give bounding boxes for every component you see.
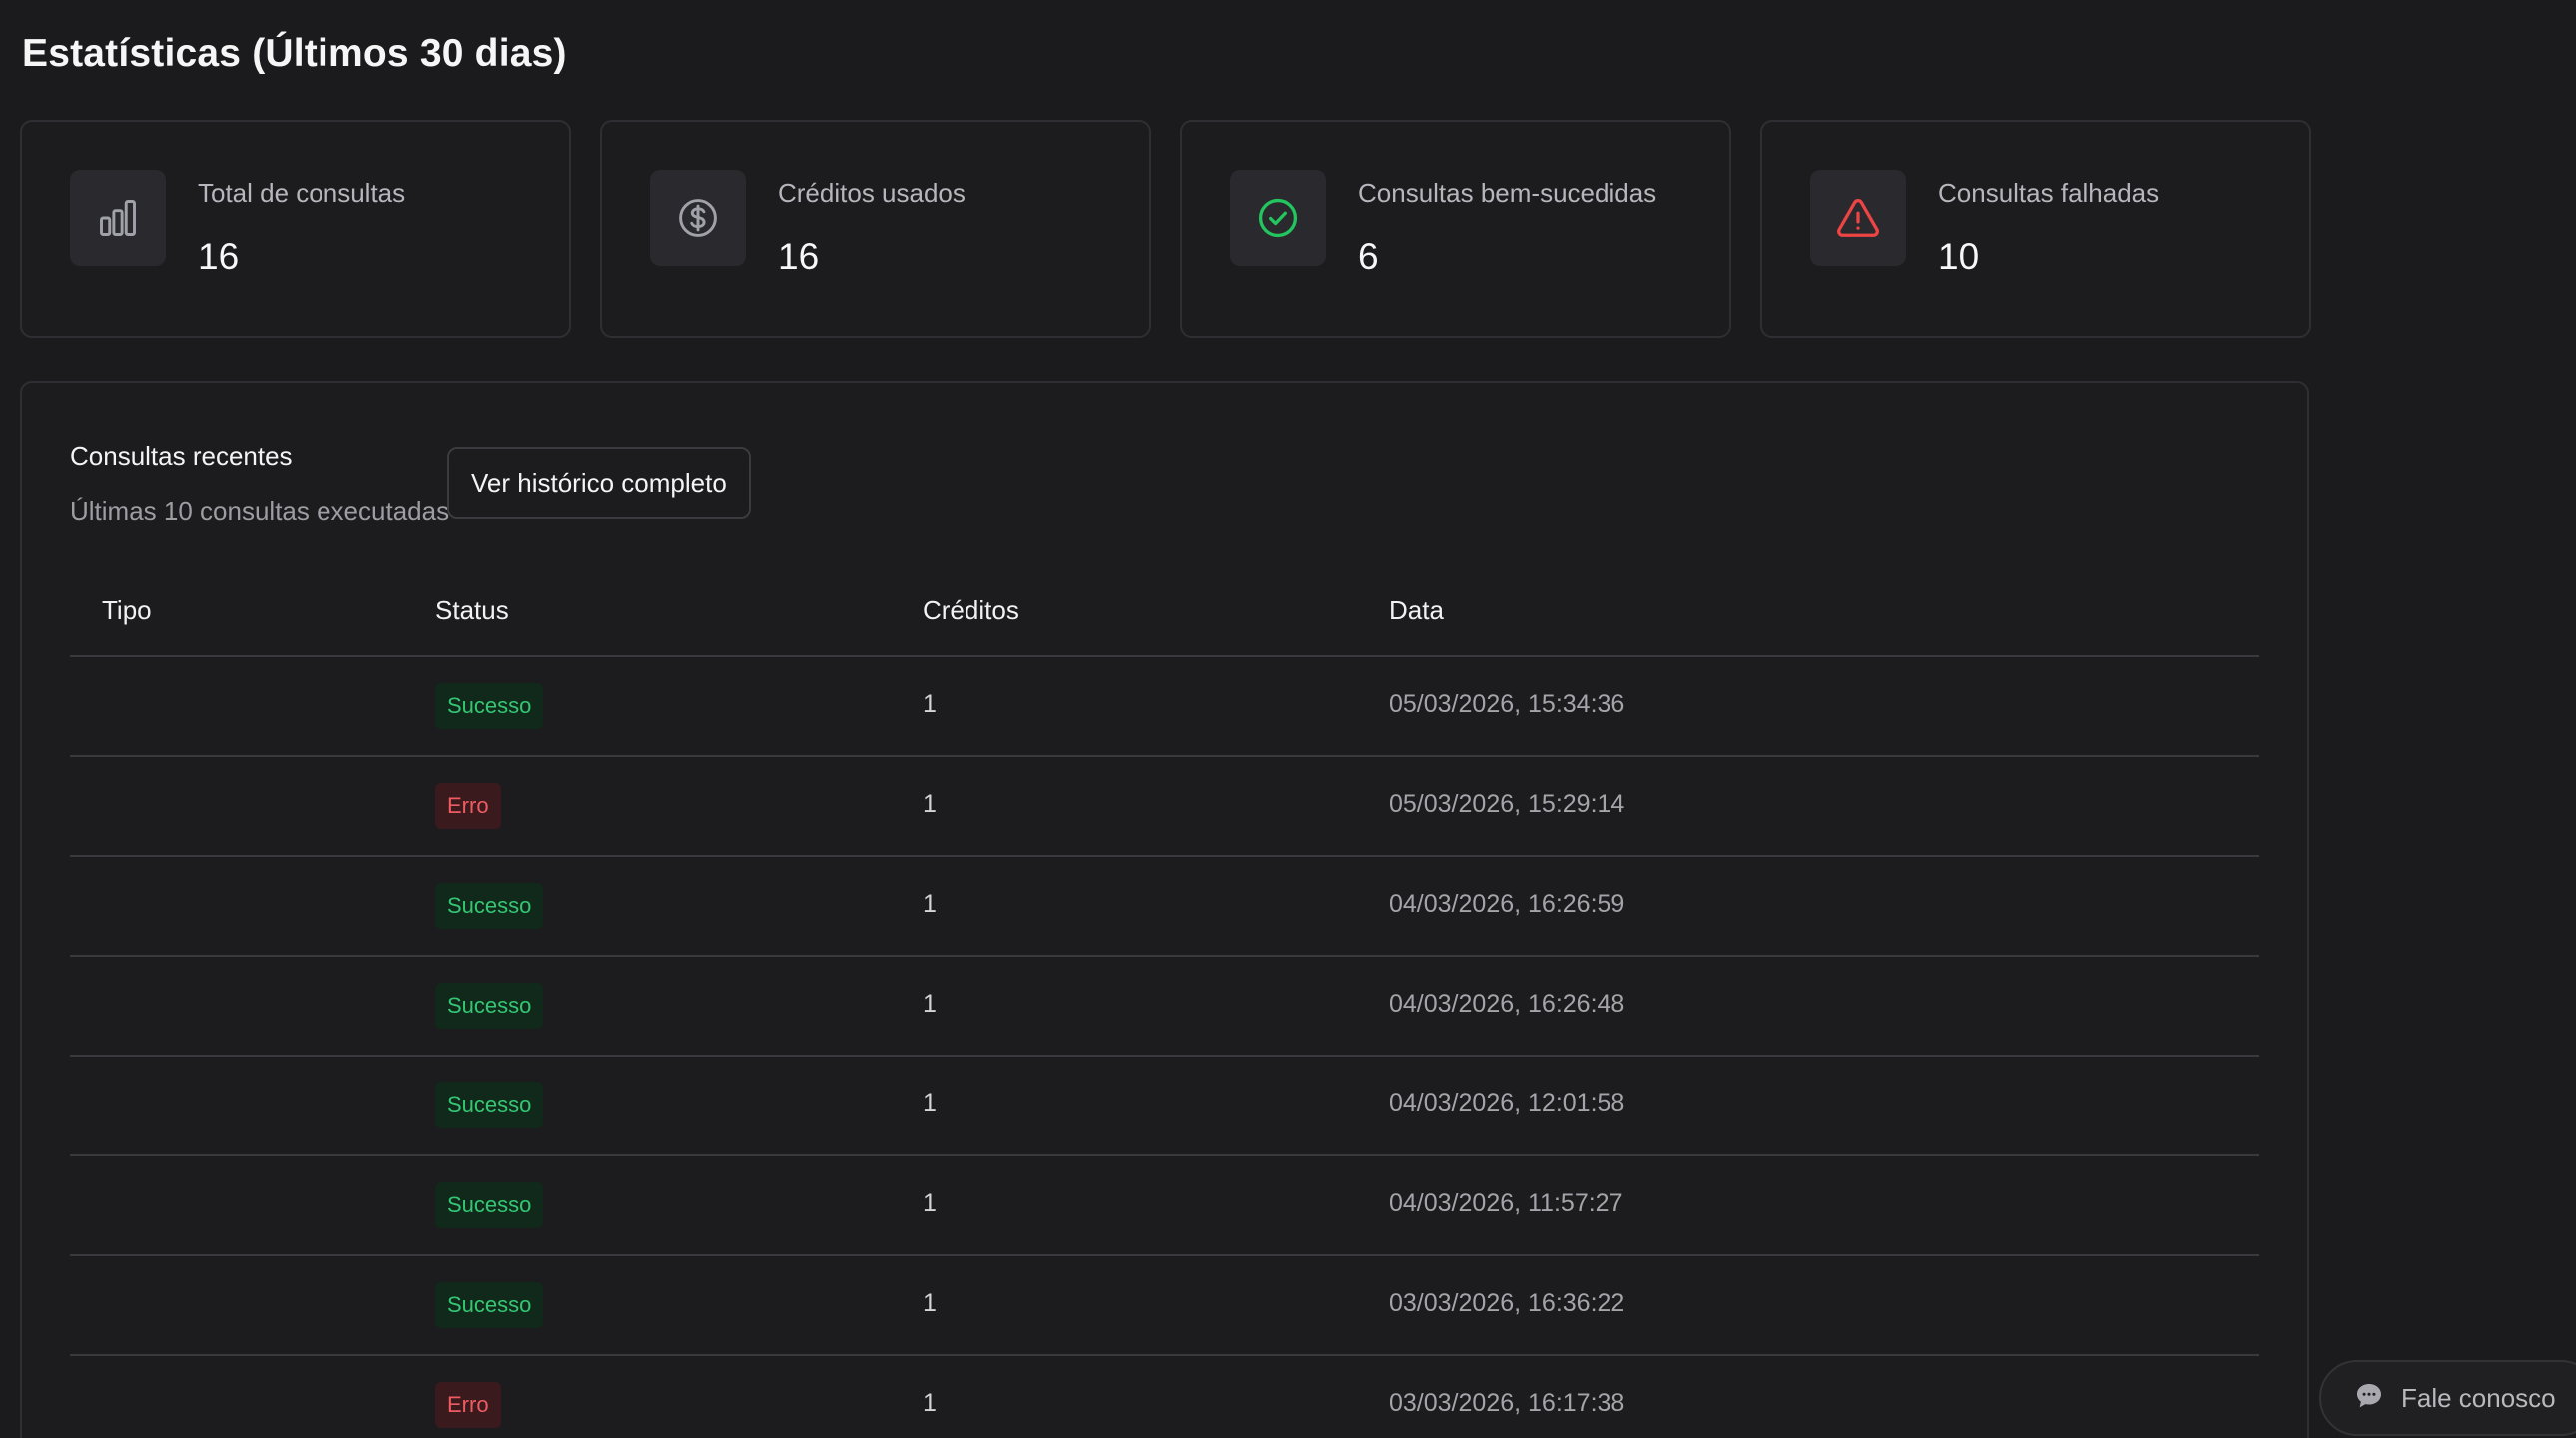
status-badge: Sucesso — [435, 683, 544, 729]
table-row[interactable]: Sucesso 1 05/03/2026, 15:34:36 — [70, 657, 2259, 757]
cell-creditos: 1 — [923, 690, 937, 718]
stat-value: 16 — [198, 236, 240, 277]
status-badge: Sucesso — [435, 1182, 544, 1228]
view-full-history-button[interactable]: Ver histórico completo — [447, 447, 751, 519]
cell-data: 05/03/2026, 15:29:14 — [1389, 790, 1625, 818]
status-badge: Sucesso — [435, 1082, 544, 1128]
check-circle-icon — [1230, 170, 1326, 266]
bar-chart-icon — [70, 170, 166, 266]
cell-creditos: 1 — [923, 1089, 937, 1117]
chat-label: Fale conosco — [2401, 1382, 2556, 1413]
status-badge: Erro — [435, 1382, 501, 1428]
stat-value: 16 — [778, 236, 820, 277]
cell-creditos: 1 — [923, 1289, 937, 1317]
recent-title: Consultas recentes — [70, 441, 293, 471]
cell-data: 03/03/2026, 16:36:22 — [1389, 1289, 1625, 1317]
status-badge: Sucesso — [435, 983, 544, 1029]
contact-chat-button[interactable]: Fale conosco — [2319, 1360, 2576, 1436]
stat-value: 10 — [1938, 236, 1980, 277]
stat-card-success: Consultas bem-sucedidas 6 — [1180, 120, 1731, 338]
cell-data: 05/03/2026, 15:34:36 — [1389, 690, 1625, 718]
stat-label: Consultas bem-sucedidas — [1358, 178, 1657, 208]
cell-data: 04/03/2026, 12:01:58 — [1389, 1089, 1625, 1117]
cell-creditos: 1 — [923, 890, 937, 918]
recent-queries-card: Consultas recentes Últimas 10 consultas … — [20, 381, 2309, 1438]
stat-card-total: Total de consultas 16 — [20, 120, 571, 338]
cell-data: 04/03/2026, 16:26:59 — [1389, 890, 1625, 918]
cell-creditos: 1 — [923, 1389, 937, 1417]
table-row[interactable]: Sucesso 1 04/03/2026, 16:26:59 — [70, 857, 2259, 957]
table-row[interactable]: Erro 1 05/03/2026, 15:29:14 — [70, 757, 2259, 857]
column-header-creditos[interactable]: Créditos — [923, 595, 1019, 626]
table-row[interactable]: Sucesso 1 04/03/2026, 16:26:48 — [70, 957, 2259, 1057]
column-header-status[interactable]: Status — [435, 595, 509, 626]
cell-creditos: 1 — [923, 1189, 937, 1217]
cell-data: 04/03/2026, 11:57:27 — [1389, 1189, 1623, 1217]
stat-label: Consultas falhadas — [1938, 178, 2160, 208]
alert-triangle-icon — [1810, 170, 1906, 266]
recent-subtitle: Últimas 10 consultas executadas — [70, 496, 450, 526]
table-row[interactable]: Erro 1 03/03/2026, 16:17:38 — [70, 1356, 2259, 1438]
column-header-data[interactable]: Data — [1389, 595, 1444, 626]
cell-data: 04/03/2026, 16:26:48 — [1389, 990, 1625, 1018]
status-badge: Sucesso — [435, 883, 544, 929]
stat-label: Créditos usados — [778, 178, 966, 208]
cell-creditos: 1 — [923, 990, 937, 1018]
table-row[interactable]: Sucesso 1 03/03/2026, 16:36:22 — [70, 1256, 2259, 1356]
table-row[interactable]: Sucesso 1 04/03/2026, 11:57:27 — [70, 1156, 2259, 1256]
chat-bubble-icon — [2353, 1380, 2385, 1417]
page-title: Estatísticas (Últimos 30 dias) — [22, 32, 567, 75]
status-badge: Sucesso — [435, 1282, 544, 1328]
stats-row: Total de consultas 16 Créditos usados 16 — [20, 120, 2311, 338]
stat-card-credits: Créditos usados 16 — [600, 120, 1151, 338]
column-header-tipo[interactable]: Tipo — [102, 595, 152, 626]
stat-label: Total de consultas — [198, 178, 406, 208]
stat-value: 6 — [1358, 236, 1379, 277]
dollar-circle-icon — [650, 170, 746, 266]
stat-card-failed: Consultas falhadas 10 — [1760, 120, 2311, 338]
table-header: Tipo Status Créditos Data — [70, 571, 2259, 657]
status-badge: Erro — [435, 783, 501, 829]
recent-queries-table: Tipo Status Créditos Data Sucesso 1 05/03/… — [70, 571, 2259, 1438]
cell-data: 03/03/2026, 16:17:38 — [1389, 1389, 1625, 1417]
dashboard-page: Estatísticas (Últimos 30 dias) Total de … — [0, 0, 2576, 1438]
cell-creditos: 1 — [923, 790, 937, 818]
table-body: Sucesso 1 05/03/2026, 15:34:36 Erro 1 05/03/2… — [70, 657, 2259, 1438]
table-row[interactable]: Sucesso 1 04/03/2026, 12:01:58 — [70, 1057, 2259, 1156]
